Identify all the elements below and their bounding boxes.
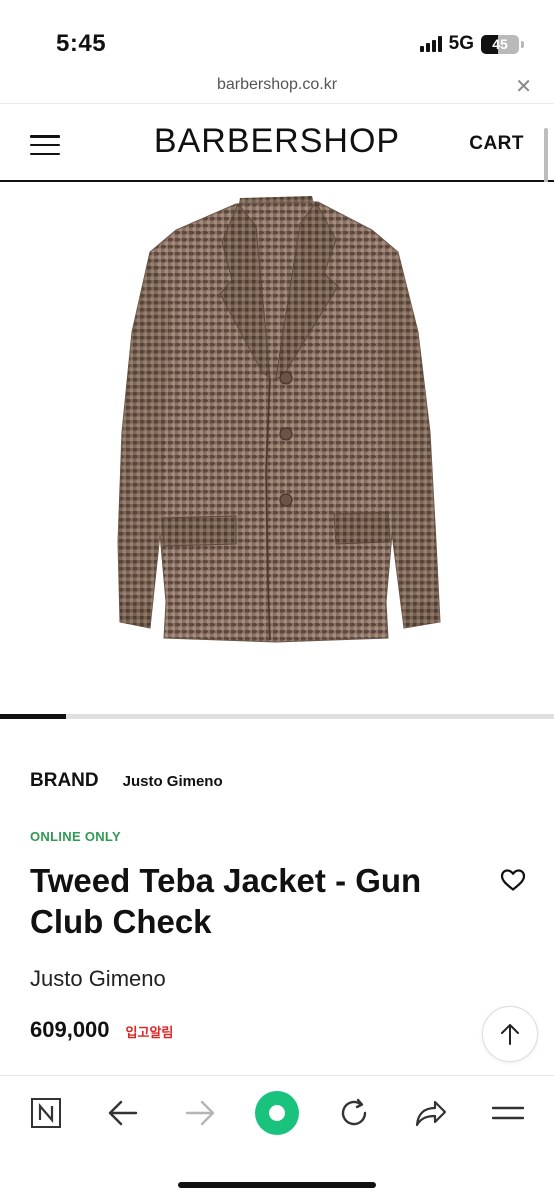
product-maker: Justo Gimeno [30, 966, 166, 991]
heart-icon[interactable] [500, 868, 526, 892]
back-arrow-icon[interactable] [95, 1088, 151, 1138]
status-time: 5:45 [56, 30, 107, 57]
product-image[interactable] [0, 182, 554, 714]
scroll-to-top-button[interactable] [482, 1006, 538, 1062]
arrow-up-icon [501, 1024, 519, 1045]
green-dot-icon[interactable] [249, 1088, 305, 1138]
gallery-progress-fill [0, 714, 67, 719]
product-price: 609,000 [30, 1017, 110, 1042]
brand-row: BRAND Justo Gimeno [30, 770, 223, 792]
share-icon[interactable] [403, 1088, 459, 1138]
signal-icon [419, 36, 442, 52]
cart-link[interactable]: CART [469, 133, 524, 155]
status-icons: 5G 45 [419, 33, 524, 55]
menu-icon[interactable] [480, 1088, 536, 1138]
restock-alert-link[interactable]: 입고알림 [126, 1022, 174, 1041]
price-row: 609,000 입고알림 [30, 1017, 173, 1043]
url-text[interactable]: barbershop.co.kr [0, 76, 554, 94]
gallery-progress-bar [0, 714, 554, 719]
browser-url-bar[interactable]: barbershop.co.kr ✕ [0, 70, 554, 104]
battery-percent: 45 [492, 36, 508, 52]
online-only-badge: ONLINE ONLY [30, 829, 121, 844]
naver-n-icon[interactable] [18, 1088, 74, 1138]
close-icon[interactable]: ✕ [515, 74, 532, 99]
brand-name-link[interactable]: Justo Gimeno [123, 773, 223, 790]
home-indicator [178, 1182, 376, 1188]
reload-icon[interactable] [326, 1088, 382, 1138]
site-header: BARBERSHOP CART [0, 104, 554, 182]
status-bar: 5:45 5G 45 [0, 0, 554, 70]
battery-icon: 45 [481, 34, 519, 54]
network-type: 5G [448, 33, 474, 54]
browser-toolbar [0, 1075, 554, 1200]
product-title: Tweed Teba Jacket - Gun Club Check [30, 862, 422, 940]
forward-arrow-icon[interactable] [172, 1088, 228, 1138]
jacket-image [117, 196, 441, 643]
brand-label: BRAND [30, 770, 99, 791]
